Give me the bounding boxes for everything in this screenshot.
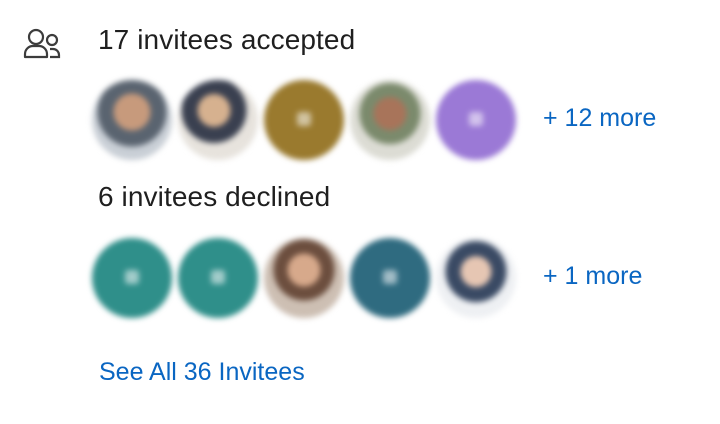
invitees-panel: 17 invitees accepted + 12 more 6 invitee…	[0, 0, 720, 424]
see-all-invitees-link[interactable]: See All 36 Invitees	[99, 358, 305, 387]
avatar[interactable]	[436, 80, 516, 160]
avatar[interactable]	[178, 80, 258, 160]
avatar[interactable]	[178, 238, 258, 318]
avatar[interactable]	[92, 238, 172, 318]
accepted-heading: 17 invitees accepted	[98, 24, 356, 55]
people-icon	[22, 26, 62, 62]
avatar[interactable]	[264, 238, 344, 318]
accepted-avatar-list	[92, 76, 522, 164]
avatar[interactable]	[350, 238, 430, 318]
declined-heading: 6 invitees declined	[98, 181, 331, 212]
avatar[interactable]	[264, 80, 344, 160]
declined-avatar-list	[92, 234, 522, 322]
accepted-more-link[interactable]: + 12 more	[543, 104, 656, 133]
avatar[interactable]	[350, 80, 430, 160]
declined-more-link[interactable]: + 1 more	[543, 262, 642, 291]
avatar[interactable]	[92, 80, 172, 160]
avatar[interactable]	[436, 238, 516, 318]
